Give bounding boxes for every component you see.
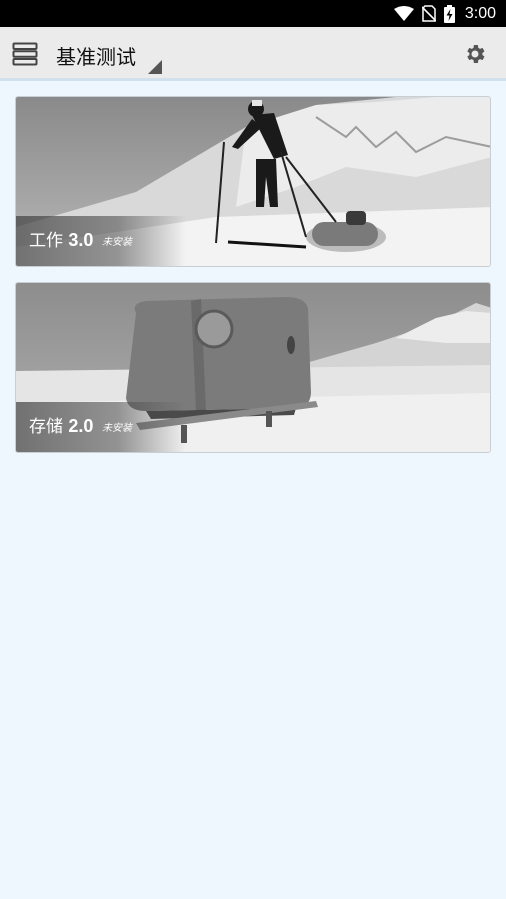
status-icons: 3:00 xyxy=(393,0,496,27)
menu-stack-icon xyxy=(12,42,38,66)
card-title: 存储 2.0 xyxy=(29,412,93,437)
status-bar: 3:00 xyxy=(0,0,506,27)
wifi-icon xyxy=(393,5,414,21)
menu-button[interactable] xyxy=(12,42,38,66)
benchmark-card-work[interactable]: 工作 3.0 未安装 xyxy=(15,96,491,267)
page-title[interactable]: 基准测试 xyxy=(56,41,136,70)
card-version: 2.0 xyxy=(68,416,94,436)
gear-icon xyxy=(467,45,485,63)
card-status: 未安装 xyxy=(102,237,132,248)
battery-charging-icon xyxy=(443,4,455,23)
card-version: 3.0 xyxy=(68,230,94,250)
dropdown-corner-icon[interactable] xyxy=(148,60,162,74)
app-bar-divider xyxy=(0,78,506,81)
benchmark-card-storage[interactable]: 存储 2.0 未安装 xyxy=(15,282,491,453)
no-sim-icon xyxy=(421,5,436,22)
card-name: 存储 xyxy=(29,417,63,437)
card-name: 工作 xyxy=(29,231,63,251)
card-title: 工作 3.0 xyxy=(29,226,93,251)
card-status: 未安装 xyxy=(102,423,132,434)
settings-button[interactable] xyxy=(463,42,487,66)
status-time: 3:00 xyxy=(464,4,496,22)
